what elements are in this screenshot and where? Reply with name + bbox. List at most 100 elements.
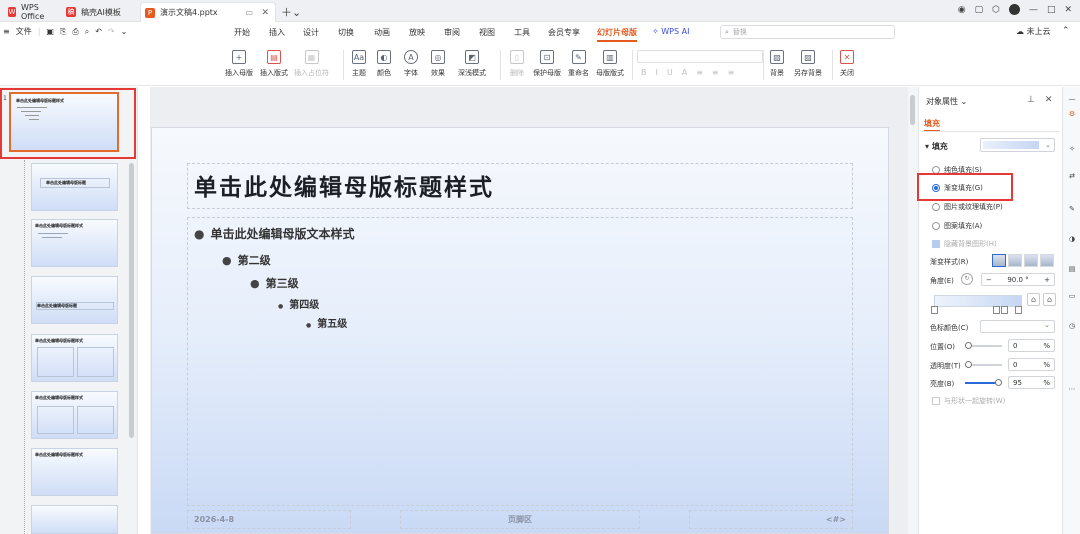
footer-placeholder[interactable]: 页脚区 [400,510,640,529]
new-tab-icon[interactable]: ＋⌄ [281,4,301,20]
theme-button[interactable]: Aa 主题 [352,50,366,78]
menu-review[interactable]: 审阅 [444,27,460,38]
search-input[interactable]: ⌕ 替换 [720,25,895,39]
stop-color-dropdown[interactable]: ⌄ [980,320,1055,333]
effects-button[interactable]: ◎ 效果 [431,50,445,78]
menu-transition[interactable]: 切换 [338,27,354,38]
fill-section-label[interactable]: ▾ 填充 [925,141,948,152]
rotate-with-shape-checkbox[interactable]: 与形状一起旋转(W) [932,396,1005,406]
close-tab-icon[interactable]: ✕ [261,8,269,18]
layout-thumbnail[interactable]: 单击此处编辑母版标题 [31,276,118,324]
print-icon[interactable]: ⎙ [72,27,78,37]
thumbnail-scrollbar[interactable] [129,163,134,438]
gradient-rect-option[interactable] [1024,254,1038,267]
brightness-slider[interactable] [965,379,1002,386]
panel-title[interactable]: 对象属性 ⌄ [926,96,967,107]
slider-handle[interactable] [995,379,1002,386]
preview-icon[interactable]: ⌕ [85,27,89,37]
hide-background-checkbox[interactable]: 隐藏背景图形(H) [932,239,997,249]
side-item-properties[interactable]: — [1066,95,1078,103]
insert-layout-button[interactable]: ▤ 插入版式 [260,50,288,78]
font-color-button[interactable]: A [682,68,687,77]
menu-member[interactable]: 会员专享 [548,27,580,38]
layout-thumbnail[interactable]: 单击此处编辑母版标题样式 [31,334,118,382]
user-center-icon[interactable]: ◉ [958,5,966,15]
gradient-stop[interactable] [1001,306,1008,314]
side-item-object-properties[interactable]: ⚙ [1066,110,1078,118]
insert-master-button[interactable]: + 插入母版 [225,50,253,78]
hamburger-icon[interactable]: ≡ [3,27,10,36]
gradient-stop[interactable] [1015,306,1022,314]
file-menu[interactable]: 文件 [16,26,32,37]
menu-design[interactable]: 设计 [303,27,319,38]
increment-icon[interactable]: + [1044,276,1050,284]
undo-icon[interactable]: ↶ [95,27,102,36]
gradient-stop[interactable] [993,306,1000,314]
gradient-linear-option[interactable] [992,254,1006,267]
layout-thumbnail[interactable]: 单击此处编辑母版标题样式 [31,219,118,267]
layout-thumbnail[interactable]: 单击此处编辑母版标题样式 [31,391,118,439]
close-master-button[interactable]: ✕ 关闭 [840,50,854,78]
pattern-fill-radio[interactable]: 图案填充(A) [932,221,982,231]
tab-wps-office[interactable]: W WPS Office [4,2,56,22]
monitor-icon[interactable]: ▭ [245,8,253,17]
background-button[interactable]: ▨ 背景 [770,50,784,78]
position-slider[interactable] [965,342,1002,349]
decrement-icon[interactable]: − [986,276,992,284]
add-stop-icon[interactable]: ⌂ [1027,293,1040,306]
angle-input[interactable]: − 90.0 ° + [981,273,1055,286]
cloud-status[interactable]: ☁ 未上云 [1016,26,1051,37]
menu-slideshow[interactable]: 放映 [409,27,425,38]
side-item-transition[interactable]: ⇄ [1066,172,1078,180]
picture-fill-radio[interactable]: 图片或纹理填充(P) [932,202,1003,212]
gradient-radial-option[interactable] [1008,254,1022,267]
minimize-icon[interactable]: — [1029,5,1038,15]
transparency-slider[interactable] [965,361,1002,368]
text-level-5[interactable]: ● 第五级 [306,315,347,330]
menu-start[interactable]: 开始 [234,27,250,38]
brightness-input[interactable]: 95% [1008,376,1055,389]
save-icon[interactable]: ▣ [46,27,54,36]
close-window-icon[interactable]: ✕ [1064,5,1072,15]
tab-fill[interactable]: 填充 [924,118,940,132]
cube-icon[interactable]: ⬡ [992,5,1000,15]
rename-button[interactable]: ✎ 重命名 [568,50,589,78]
slider-handle[interactable] [965,342,972,349]
remove-stop-icon[interactable]: ⌂ [1043,293,1056,306]
menu-animation[interactable]: 动画 [374,27,390,38]
colors-button[interactable]: ◐ 颜色 [377,50,391,78]
save-background-button[interactable]: ▨ 另存背景 [794,50,822,78]
fonts-button[interactable]: A 字体 [404,50,418,78]
slide-title[interactable]: 单击此处编辑母版标题样式 [194,168,494,202]
protect-master-button[interactable]: ⊡ 保护母版 [533,50,561,78]
insert-placeholder-button[interactable]: ▦ 插入占位符 [294,50,329,78]
canvas-scrollbar[interactable] [908,87,918,534]
text-level-2[interactable]: ● 第二级 [222,252,271,268]
maximize-icon[interactable]: □ [1047,5,1056,15]
body-placeholder[interactable] [187,217,853,506]
side-item-help[interactable]: ◷ [1066,322,1078,330]
expand-icon[interactable]: ⌃ [1062,26,1070,36]
tab-presentation[interactable]: P 演示文稿4.pptx ▭ ✕ [140,2,276,22]
slider-handle[interactable] [965,361,972,368]
italic-button[interactable]: I [656,68,658,77]
menu-tools[interactable]: 工具 [514,27,530,38]
tab-template[interactable]: 稿 稿壳AI模板 [62,2,134,22]
side-item-theme[interactable]: ◑ [1066,235,1078,243]
layout-thumbnail[interactable] [31,505,118,534]
fill-color-dropdown[interactable]: ⌄ [980,138,1055,152]
bold-button[interactable]: B [641,68,647,77]
numbering-button[interactable]: ≡ [712,68,719,77]
layout-thumbnail[interactable]: 单击此处编辑母版标题 [31,163,118,211]
side-item-text[interactable]: ▭ [1066,292,1078,300]
pin-icon[interactable]: ⊥ [1027,95,1035,105]
bullet-button[interactable]: ≡ [696,68,703,77]
gradient-path-option[interactable] [1040,254,1054,267]
transparency-input[interactable]: 0% [1008,358,1055,371]
side-item-animation[interactable]: ✧ [1066,145,1078,153]
font-select[interactable] [637,50,763,63]
underline-button[interactable]: U [667,68,673,77]
more-icon[interactable]: ⌄ [121,27,128,36]
side-item-material[interactable]: ▤ [1066,265,1078,273]
export-icon[interactable]: ⎘ [60,27,66,37]
